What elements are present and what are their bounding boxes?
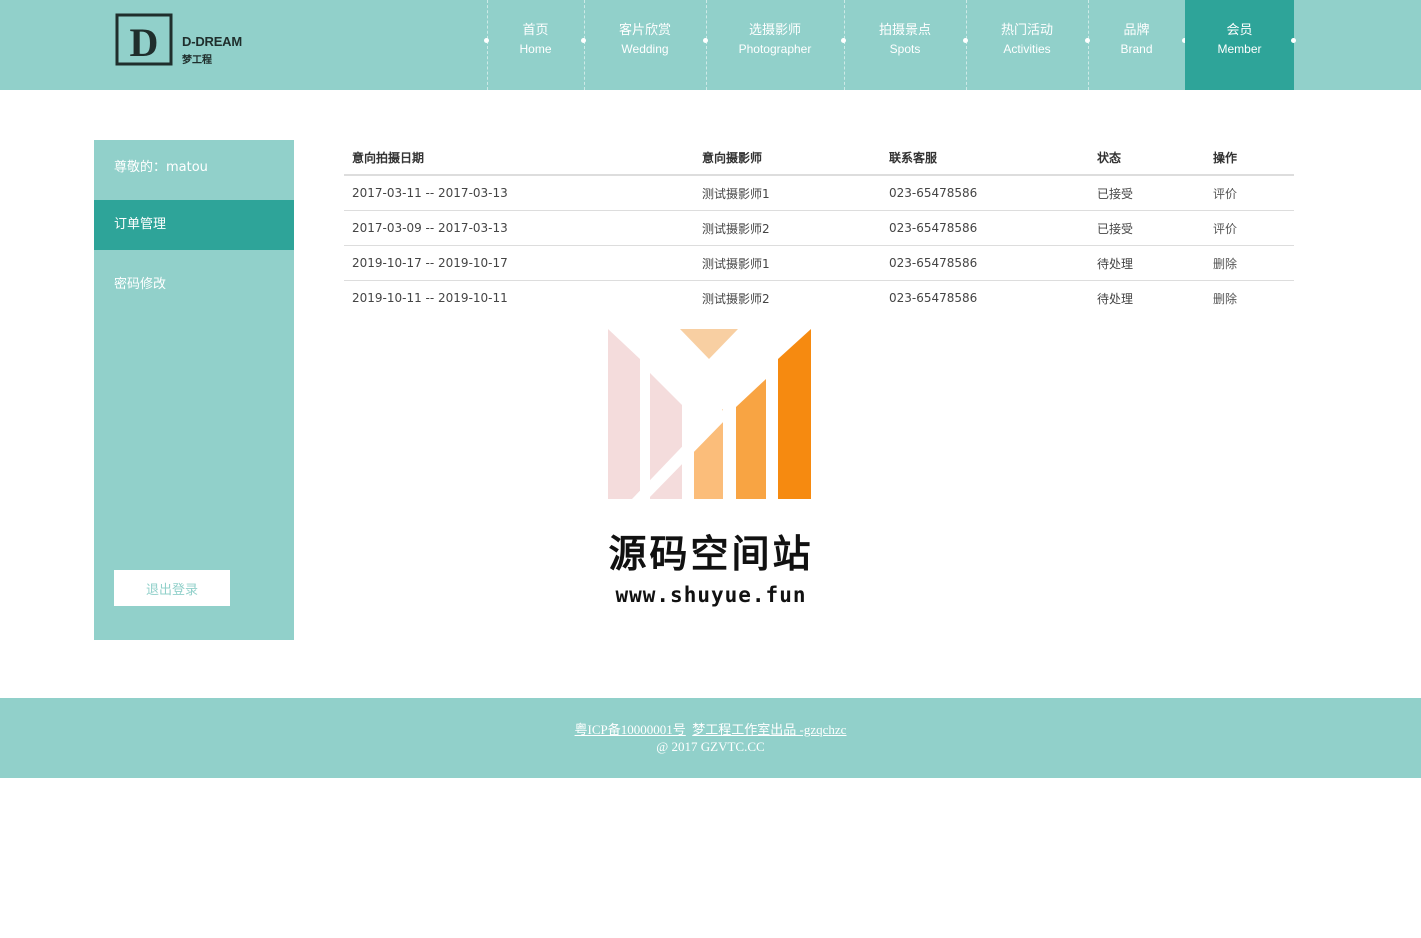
nav-label-en: Photographer [738, 42, 812, 56]
order-contact: 023-65478586 [881, 175, 1089, 211]
table-header-row: 意向拍摄日期 意向摄影师 联系客服 状态 操作 [344, 140, 1294, 176]
nav-item-spots[interactable]: 拍摄景点 Spots [844, 0, 966, 90]
review-link[interactable]: 评价 [1213, 222, 1237, 236]
order-date: 2017-03-11 -- 2017-03-13 [344, 175, 694, 211]
nav-label-cn: 热门活动 [1000, 23, 1053, 38]
column-header-status: 状态 [1089, 140, 1205, 176]
nav-label-cn: 会员 [1226, 23, 1253, 38]
column-header-photographer: 意向摄影师 [694, 140, 881, 176]
table-row: 2017-03-09 -- 2017-03-13 测试摄影师2 023-6547… [344, 210, 1294, 246]
table-row: 2019-10-17 -- 2019-10-17 测试摄影师1 023-6547… [344, 245, 1294, 281]
order-date: 2017-03-09 -- 2017-03-13 [344, 210, 694, 246]
chart-m-logo-icon [608, 329, 811, 499]
brand-name-cn: 梦工程 [182, 55, 212, 66]
sidebar-item-password[interactable]: 密码修改 [94, 260, 294, 310]
nav-item-home[interactable]: 首页 Home [487, 0, 584, 90]
order-action-cell: 删除 [1205, 281, 1294, 316]
nav-item-wedding[interactable]: 客片欣赏 Wedding [584, 0, 706, 90]
review-link[interactable]: 评价 [1213, 187, 1237, 201]
table-row: 2017-03-11 -- 2017-03-13 测试摄影师1 023-6547… [344, 175, 1294, 211]
nav-label-en: Member [1217, 42, 1262, 56]
brand-name-en: D-DREAM [182, 34, 242, 49]
nav-item-photographer[interactable]: 选摄影师 Photographer [706, 0, 844, 90]
order-action-cell: 评价 [1205, 175, 1294, 211]
nav-label-cn: 首页 [522, 23, 549, 38]
order-photographer: 测试摄影师2 [702, 291, 770, 306]
column-header-date: 意向拍摄日期 [344, 140, 694, 176]
nav-item-member[interactable]: 会员 Member [1185, 0, 1294, 90]
member-sidebar: 尊敬的：matou 订单管理 密码修改 退出登录 [94, 140, 294, 640]
orders-table: 意向拍摄日期 意向摄影师 联系客服 状态 操作 2017-03-11 -- 20… [344, 140, 1294, 315]
order-status: 已接受 [1089, 210, 1205, 246]
footer-links: 粤ICP备10000001号 梦工程工作室出品 -gzqchzc [0, 719, 1421, 738]
nav-dot [1291, 38, 1296, 43]
brand-logo-letter: D [130, 20, 159, 65]
order-action-cell: 评价 [1205, 210, 1294, 246]
order-status: 已接受 [1089, 175, 1205, 211]
nav-label-cn: 拍摄景点 [878, 23, 931, 38]
nav-label-cn: 选摄影师 [748, 23, 801, 38]
order-contact: 023-65478586 [889, 291, 978, 305]
order-contact: 023-65478586 [881, 210, 1089, 246]
user-greeting: 尊敬的：matou [114, 160, 208, 175]
sidebar-item-label: 密码修改 [114, 277, 167, 292]
order-contact: 023-65478586 [881, 245, 1089, 281]
nav-label-en: Spots [889, 42, 921, 56]
icp-link[interactable]: 粤ICP备10000001号 [575, 722, 686, 737]
order-date: 2019-10-17 -- 2019-10-17 [344, 245, 694, 281]
brand-logo-icon: D [115, 13, 173, 66]
nav-item-activities[interactable]: 热门活动 Activities [966, 0, 1088, 90]
column-header-action: 操作 [1205, 140, 1294, 176]
footer-copyright: @ 2017 GZVTC.CC [656, 739, 765, 754]
site-footer: 粤ICP备10000001号 梦工程工作室出品 -gzqchzc @ 2017 … [0, 698, 1421, 778]
studio-link[interactable]: 梦工程工作室出品 -gzqchzc [692, 722, 846, 737]
delete-link[interactable]: 删除 [1213, 292, 1237, 306]
delete-link[interactable]: 删除 [1213, 257, 1237, 271]
watermark-title: 源码空间站 [608, 532, 814, 576]
sidebar-item-orders[interactable]: 订单管理 [94, 200, 294, 250]
nav-label-en: Brand [1120, 42, 1153, 56]
table-row: 2019-10-11 -- 2019-10-11 测试摄影师2 023-6547… [344, 281, 1294, 316]
order-action-cell: 删除 [1205, 245, 1294, 281]
logout-button[interactable]: 退出登录 [114, 570, 230, 606]
order-photographer: 测试摄影师2 [694, 210, 881, 246]
nav-label-en: Wedding [621, 42, 669, 56]
order-status: 待处理 [1089, 245, 1205, 281]
sidebar-item-label: 订单管理 [114, 217, 167, 232]
watermark: 源码空间站 www.shuyue.fun [596, 325, 826, 615]
brand-logo[interactable]: D D-DREAM 梦工程 [115, 13, 250, 69]
order-date: 2019-10-11 -- 2019-10-11 [352, 291, 508, 305]
nav-label-cn: 品牌 [1123, 23, 1150, 38]
order-photographer: 测试摄影师1 [694, 245, 881, 281]
column-header-contact: 联系客服 [881, 140, 1089, 176]
order-status: 待处理 [1097, 291, 1134, 306]
nav-item-brand[interactable]: 品牌 Brand [1088, 0, 1185, 90]
site-header: D D-DREAM 梦工程 首页 Home 客片欣赏 Wedding 选摄影师 … [0, 0, 1421, 90]
order-photographer: 测试摄影师1 [694, 175, 881, 211]
nav-label-en: Home [519, 42, 552, 56]
nav-label-en: Activities [1003, 42, 1051, 56]
watermark-url: www.shuyue.fun [615, 583, 807, 607]
nav-label-cn: 客片欣赏 [618, 23, 671, 38]
